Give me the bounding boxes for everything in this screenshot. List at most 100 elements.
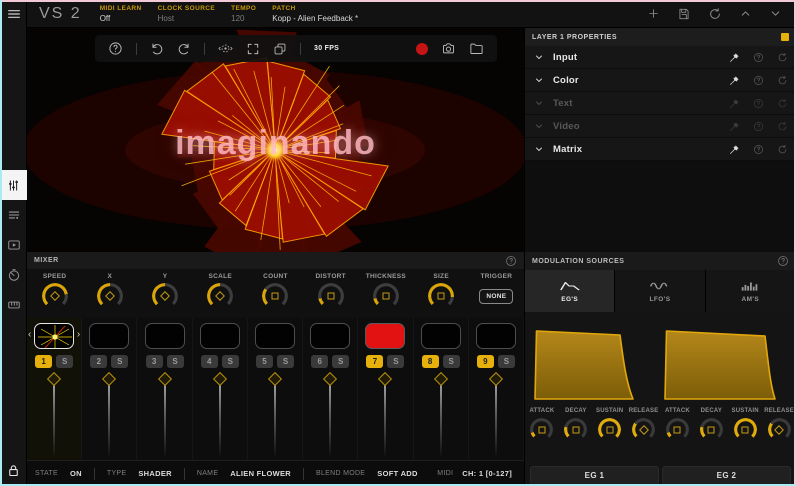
size-knob[interactable]: [428, 283, 454, 309]
sidebar-item-media[interactable]: [0, 230, 27, 260]
eg2-envelope-display[interactable]: [662, 324, 786, 402]
attack-knob[interactable]: [666, 418, 689, 441]
layer-thumbnail[interactable]: [421, 323, 461, 349]
reset-icon[interactable]: [708, 7, 722, 21]
patch-field[interactable]: PATCH Kopp - Alien Feedback *: [272, 5, 358, 23]
fader-handle[interactable]: [213, 372, 227, 386]
decay-knob[interactable]: [700, 418, 723, 441]
solo-button[interactable]: S: [443, 355, 460, 368]
sidebar-item-keyboard[interactable]: [0, 290, 27, 320]
count-knob[interactable]: [262, 283, 288, 309]
fader-handle[interactable]: [268, 372, 282, 386]
snapshot-camera-icon[interactable]: [441, 41, 456, 56]
solo-button[interactable]: S: [332, 355, 349, 368]
tab-ams[interactable]: AM'S: [706, 270, 796, 312]
solo-button[interactable]: S: [56, 355, 73, 368]
channel-number-button[interactable]: 1: [35, 355, 52, 368]
reset-icon[interactable]: [777, 144, 788, 155]
mixer-help-icon[interactable]: [505, 255, 517, 267]
pin-icon[interactable]: [729, 98, 740, 109]
channel-number-button[interactable]: 4: [201, 355, 218, 368]
channel-fader[interactable]: [469, 372, 523, 460]
release-knob[interactable]: [632, 418, 655, 441]
layer-thumbnail[interactable]: [476, 323, 516, 349]
channel-number-button[interactable]: 9: [477, 355, 494, 368]
chevron-down-icon[interactable]: [533, 74, 545, 86]
sidebar-item-layers[interactable]: [0, 200, 27, 230]
layer-color-swatch[interactable]: [781, 33, 789, 41]
visual-preview[interactable]: imaginando 30 FPS: [27, 28, 524, 252]
chevron-down-icon[interactable]: [769, 7, 782, 20]
reset-icon[interactable]: [777, 75, 788, 86]
attack-knob[interactable]: [530, 418, 553, 441]
speed-knob[interactable]: [42, 283, 68, 309]
channel-fader[interactable]: [414, 372, 468, 460]
layer-thumbnail[interactable]: [310, 323, 350, 349]
layer-thumbnail[interactable]: [89, 323, 129, 349]
solo-button[interactable]: S: [277, 355, 294, 368]
blend-mode-value[interactable]: SOFT ADD: [377, 469, 417, 478]
help-icon[interactable]: [753, 98, 764, 109]
midi-learn-field[interactable]: MIDI LEARN Off: [100, 5, 142, 23]
redo-icon[interactable]: [177, 42, 191, 56]
channel-number-button[interactable]: 8: [422, 355, 439, 368]
fader-handle[interactable]: [157, 372, 171, 386]
undo-icon[interactable]: [150, 42, 164, 56]
help-icon[interactable]: [753, 52, 764, 63]
help-icon[interactable]: [753, 121, 764, 132]
pan-icon[interactable]: [218, 41, 233, 56]
layer-thumbnail[interactable]: [255, 323, 295, 349]
distort-knob[interactable]: [318, 283, 344, 309]
browse-folder-icon[interactable]: [469, 41, 484, 56]
reset-icon[interactable]: [777, 121, 788, 132]
solo-button[interactable]: S: [498, 355, 515, 368]
eg1-label[interactable]: EG 1: [530, 466, 659, 485]
save-icon[interactable]: [677, 7, 691, 21]
fader-handle[interactable]: [47, 372, 61, 386]
name-value[interactable]: ALIEN FLOWER: [230, 469, 291, 478]
chevron-down-icon[interactable]: [533, 51, 545, 63]
layer-thumbnail[interactable]: [200, 323, 240, 349]
layer-thumbnail[interactable]: [365, 323, 405, 349]
pin-icon[interactable]: [729, 121, 740, 132]
trigger-mode-button[interactable]: NONE: [479, 289, 513, 304]
section-input[interactable]: Input: [525, 46, 796, 69]
eg1-envelope-display[interactable]: [532, 324, 656, 402]
state-value[interactable]: ON: [70, 469, 82, 478]
fullscreen-icon[interactable]: [246, 42, 260, 56]
clock-source-field[interactable]: CLOCK SOURCE Host: [158, 5, 216, 23]
chevron-down-icon[interactable]: [533, 143, 545, 155]
record-button[interactable]: [416, 43, 428, 55]
fader-handle[interactable]: [378, 372, 392, 386]
solo-button[interactable]: S: [167, 355, 184, 368]
channel-number-button[interactable]: 6: [311, 355, 328, 368]
solo-button[interactable]: S: [111, 355, 128, 368]
section-video[interactable]: Video: [525, 115, 796, 138]
pin-icon[interactable]: [729, 52, 740, 63]
help-icon[interactable]: [753, 75, 764, 86]
help-icon[interactable]: [753, 144, 764, 155]
section-matrix[interactable]: Matrix: [525, 138, 796, 161]
section-color[interactable]: Color: [525, 69, 796, 92]
help-icon[interactable]: [108, 41, 123, 56]
channel-number-button[interactable]: 5: [256, 355, 273, 368]
decay-knob[interactable]: [564, 418, 587, 441]
channel-fader[interactable]: [358, 372, 412, 460]
chevron-down-icon[interactable]: [533, 120, 545, 132]
channel-fader[interactable]: [248, 372, 302, 460]
layer-thumbnail[interactable]: [34, 323, 74, 349]
chevron-down-icon[interactable]: [533, 97, 545, 109]
modulation-help-icon[interactable]: [777, 255, 789, 267]
prev-layer-arrow[interactable]: ‹: [28, 330, 31, 340]
tab-lfos[interactable]: LFO'S: [615, 270, 705, 312]
channel-fader[interactable]: [137, 372, 191, 460]
fader-handle[interactable]: [489, 372, 503, 386]
thickness-knob[interactable]: [373, 283, 399, 309]
duplicate-icon[interactable]: [273, 42, 287, 56]
channel-fader[interactable]: [27, 372, 81, 460]
pin-icon[interactable]: [729, 75, 740, 86]
pin-icon[interactable]: [729, 144, 740, 155]
channel-number-button[interactable]: 2: [90, 355, 107, 368]
next-layer-arrow[interactable]: ›: [77, 330, 80, 340]
x-knob[interactable]: [97, 283, 123, 309]
